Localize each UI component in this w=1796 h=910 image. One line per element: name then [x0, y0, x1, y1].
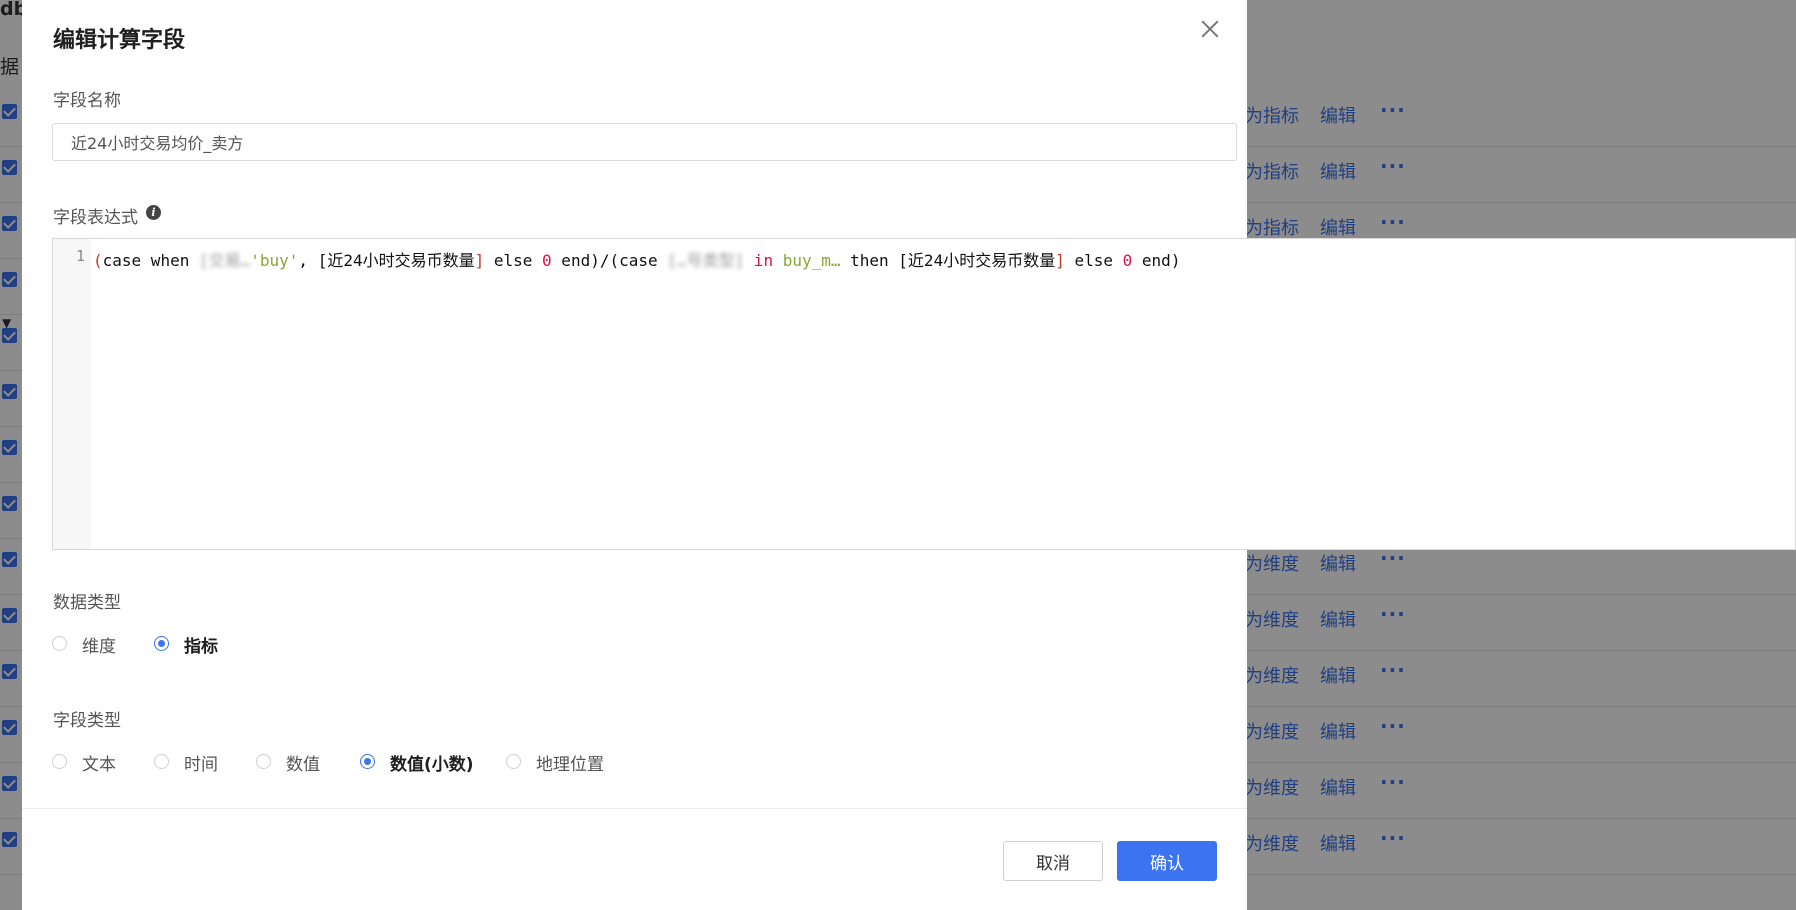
data-type-label: 数据类型: [53, 593, 121, 613]
code-token: then: [840, 251, 899, 270]
code-token: (: [93, 251, 103, 270]
cancel-button[interactable]: 取消: [1003, 841, 1103, 881]
code-token: 0: [1122, 251, 1133, 270]
radio-circle-icon: [256, 754, 271, 769]
editor-gutter: 1: [53, 239, 91, 549]
confirm-button[interactable]: 确认: [1117, 841, 1217, 881]
code-token: else: [484, 251, 543, 270]
line-number: 1: [75, 247, 85, 265]
radio-label: 时间: [184, 755, 218, 775]
code-token: [近24小时交易币数量: [898, 251, 1056, 270]
code-token-redacted: […号类型]: [667, 251, 745, 270]
expression-editor[interactable]: 1 (case when [交易…'buy', [近24小时交易币数量] els…: [52, 238, 1796, 550]
code-token: else: [1064, 251, 1123, 270]
code-token: 0: [542, 251, 552, 270]
radio-circle-icon: [52, 636, 67, 651]
radio-label: 文本: [82, 755, 116, 775]
field-name-input[interactable]: [52, 123, 1237, 161]
code-token: end)/(case: [551, 251, 668, 270]
field-name-label: 字段名称: [53, 91, 121, 111]
code-token: in: [744, 251, 783, 270]
info-icon[interactable]: i: [146, 205, 161, 220]
footer-divider: [22, 808, 1247, 809]
code-token: ]: [1055, 251, 1065, 270]
radio-label: 数值(小数): [390, 755, 474, 775]
radio-label: 指标: [184, 637, 218, 657]
radio-circle-icon: [52, 754, 67, 769]
expression-label: 字段表达式: [53, 208, 138, 228]
radio-label: 数值: [286, 755, 320, 775]
close-icon[interactable]: [1197, 16, 1223, 42]
code-token: case when: [102, 251, 199, 270]
code-token: ,: [298, 251, 318, 270]
field-type-label: 字段类型: [53, 711, 121, 731]
code-token: buy_m…: [782, 251, 841, 270]
radio-circle-icon: [506, 754, 521, 769]
code-token: 'buy': [250, 251, 299, 270]
code-token: ]: [474, 251, 485, 270]
code-token-redacted: [交易…: [198, 251, 251, 270]
modal-title: 编辑计算字段: [53, 28, 186, 53]
radio-label: 维度: [82, 637, 116, 657]
code-token: [近24小时交易币数量: [317, 251, 475, 270]
code-line[interactable]: (case when [交易…'buy', [近24小时交易币数量] else …: [93, 247, 1180, 271]
radio-label: 地理位置: [536, 755, 604, 775]
radio-circle-icon: [154, 636, 169, 651]
radio-circle-icon: [154, 754, 169, 769]
code-token: end): [1132, 251, 1181, 270]
edit-calculated-field-modal: 编辑计算字段 字段名称 字段表达式 i 1 (case when [交易…'bu…: [22, 0, 1796, 910]
radio-circle-icon: [360, 754, 375, 769]
